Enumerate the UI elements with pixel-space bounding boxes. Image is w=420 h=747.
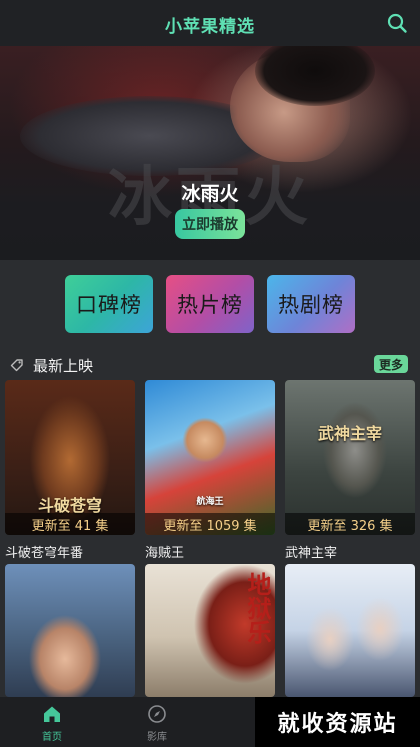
episode-badge: 更新至 41 集 [5,513,135,535]
hero-banner[interactable]: 冰雨火 冰雨火 立即播放 [0,46,420,260]
tab-home[interactable]: 首页 [10,697,94,747]
poster-image [285,564,415,697]
card-title: 斗破苍穹年番 [5,546,84,561]
watermark-overlay: 就收资源站 [255,697,420,747]
section-header: 最新上映 更多 [0,352,420,378]
app-title: 小苹果精选 [165,17,255,37]
more-button[interactable]: 更多 [374,355,408,373]
play-now-button[interactable]: 立即播放 [175,209,245,239]
poster-image [5,564,135,697]
poster-art-text: 航海王 [196,497,224,507]
section-title: 最新上映 [33,357,94,375]
search-icon[interactable] [386,12,408,34]
poster-image: 航海王 更新至 1059 集 [145,380,275,535]
poster-image: 斗破苍穹 更新至 41 集 [5,380,135,535]
card-title: 海贼王 [145,546,185,561]
poster-art-text: 武神主宰 [317,424,382,443]
tab-label: 首页 [42,732,62,743]
tag-icon [10,357,24,372]
poster-image: 地狱乐 [145,564,275,697]
poster-image: 武神主宰 更新至 326 集 [285,380,415,535]
home-icon [42,704,62,724]
ranking-reputation-button[interactable]: 口碑榜 [65,275,153,333]
episode-badge: 更新至 1059 集 [145,513,275,535]
tab-label: 影库 [147,732,167,743]
card-title: 武神主宰 [285,546,338,561]
ranking-hot-series-button[interactable]: 热剧榜 [267,275,355,333]
compass-icon [147,704,167,724]
top-bar: 小苹果精选 [0,0,420,46]
episode-badge: 更新至 326 集 [285,513,415,535]
ranking-hot-movies-button[interactable]: 热片榜 [166,275,254,333]
hero-title: 冰雨火 [181,183,239,205]
poster-art-text: 地狱乐 [243,572,272,644]
tab-library[interactable]: 影库 [115,697,199,747]
